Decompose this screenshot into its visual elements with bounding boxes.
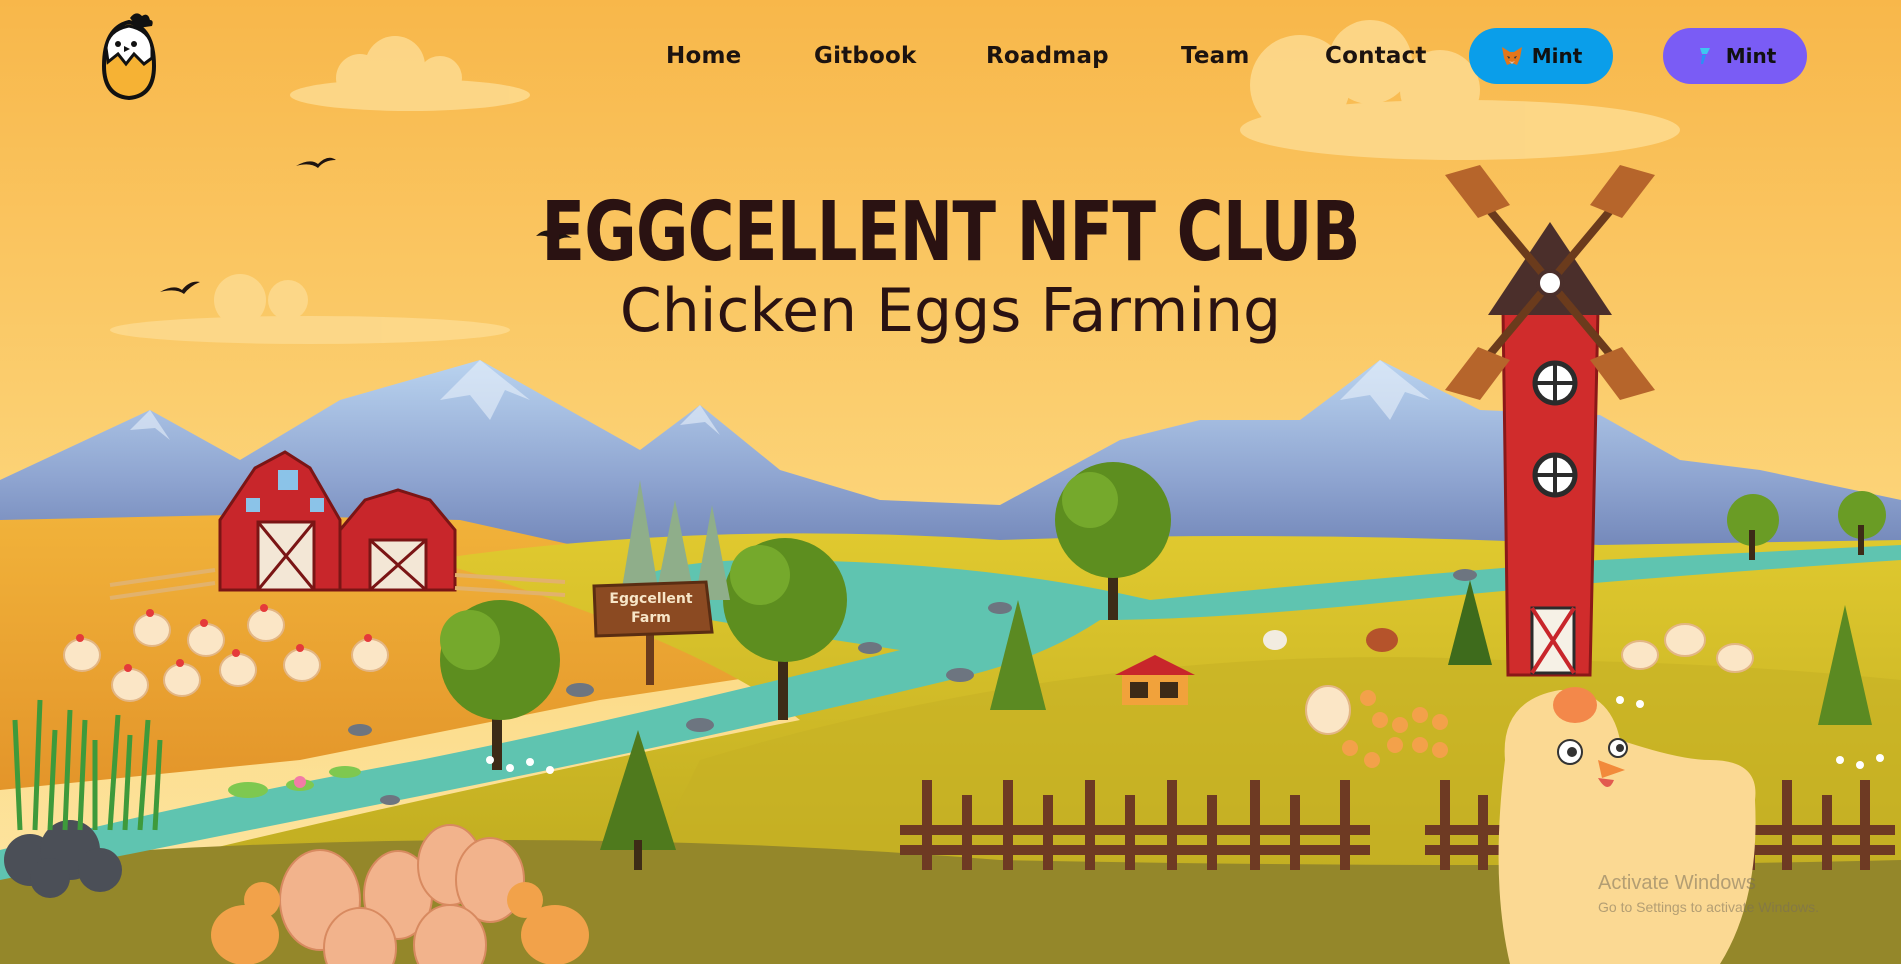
nav-link-roadmap[interactable]: Roadmap [986, 36, 1109, 76]
farm-landscape-illustration [0, 0, 1901, 964]
mint-wallet-label: Mint [1725, 44, 1777, 68]
hero-title: EGGCELLENT NFT CLUB [541, 185, 1360, 280]
wallet-logo-icon [1694, 44, 1718, 68]
mint-metamask-button[interactable]: Mint [1469, 28, 1613, 84]
farm-sign-line2: Farm [631, 610, 671, 626]
hero-subtitle: Chicken Eggs Farming [619, 276, 1282, 346]
farm-sign-label: Eggcellent Farm [598, 590, 704, 628]
mint-metamask-label: Mint [1531, 44, 1583, 68]
nav-link-gitbook[interactable]: Gitbook [814, 36, 917, 76]
mint-wallet-button[interactable]: Mint [1663, 28, 1807, 84]
farm-sign-line1: Eggcellent [609, 591, 693, 607]
nav-link-contact[interactable]: Contact [1325, 36, 1427, 76]
nav-link-team[interactable]: Team [1181, 36, 1250, 76]
nav-link-home[interactable]: Home [666, 36, 741, 76]
metamask-fox-icon [1500, 44, 1524, 68]
egg-chicken-logo-icon[interactable] [90, 8, 168, 104]
top-navbar: Home Gitbook Roadmap Team Contact Mint M… [0, 0, 1901, 114]
